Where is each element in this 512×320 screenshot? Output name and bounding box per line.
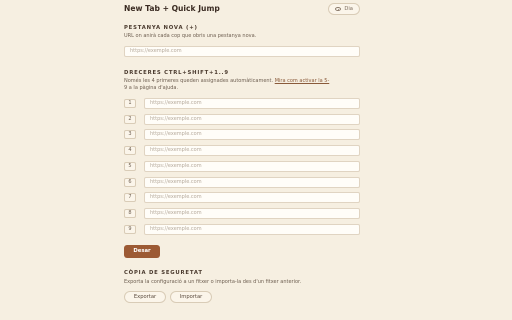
export-button[interactable]: Exportar [124, 291, 166, 303]
shortcuts-description-text-2: 9 a la pàgina d'ajuda. [124, 85, 179, 91]
shortcut-url-input[interactable]: https://exemple.com [144, 113, 360, 125]
shortcut-url-input[interactable]: https://exemple.com [144, 223, 360, 235]
shortcut-url-input[interactable]: https://exemple.com [144, 160, 360, 172]
new-tab-heading: PESTANYA NOVA (+) [124, 25, 198, 31]
save-button[interactable]: Desar [124, 245, 160, 258]
backup-description: Exporta la configuració a un fitxer o im… [124, 279, 302, 285]
new-tab-url-input[interactable]: https://exemple.com [124, 46, 360, 57]
shortcut-number: 7 [124, 193, 136, 203]
shortcut-number: 3 [124, 130, 136, 140]
theme-toggle-button[interactable]: Dia [328, 3, 360, 15]
shortcut-url-input[interactable]: https://exemple.com [144, 192, 360, 204]
header: New Tab + Quick Jump Dia [124, 3, 360, 18]
shortcut-url-input[interactable]: https://exemple.com [144, 98, 360, 109]
backup-heading: CÒPIA DE SEGURETAT [124, 270, 203, 276]
shortcuts-description: Només les 4 primeres queden assignades a… [124, 78, 360, 92]
page-title: New Tab + Quick Jump [124, 4, 220, 13]
shortcut-url-input[interactable]: https://exemple.com [144, 129, 360, 141]
shortcut-number: 4 [124, 146, 136, 156]
shortcut-number: 5 [124, 161, 136, 171]
shortcut-number: 8 [124, 208, 136, 218]
import-button[interactable]: Importar [170, 291, 212, 303]
eye-icon [335, 7, 342, 11]
shortcut-number: 9 [124, 224, 136, 234]
help-link[interactable]: Mira com activar la 5- [275, 78, 330, 84]
shortcut-url-input[interactable]: https://exemple.com [144, 207, 360, 219]
shortcut-number: 6 [124, 177, 136, 187]
theme-label: Dia [344, 6, 353, 12]
shortcuts-description-text: Només les 4 primeres queden assignades a… [124, 78, 275, 84]
shortcut-number: 1 [124, 99, 136, 108]
shortcut-url-input[interactable]: https://exemple.com [144, 145, 360, 157]
shortcut-url-input[interactable]: https://exemple.com [144, 176, 360, 188]
shortcut-number: 2 [124, 114, 136, 124]
shortcuts-heading: DRECERES CTRL+SHIFT+1..9 [124, 70, 229, 76]
new-tab-description: URL on anirà cada cop que obris una pest… [124, 33, 257, 39]
